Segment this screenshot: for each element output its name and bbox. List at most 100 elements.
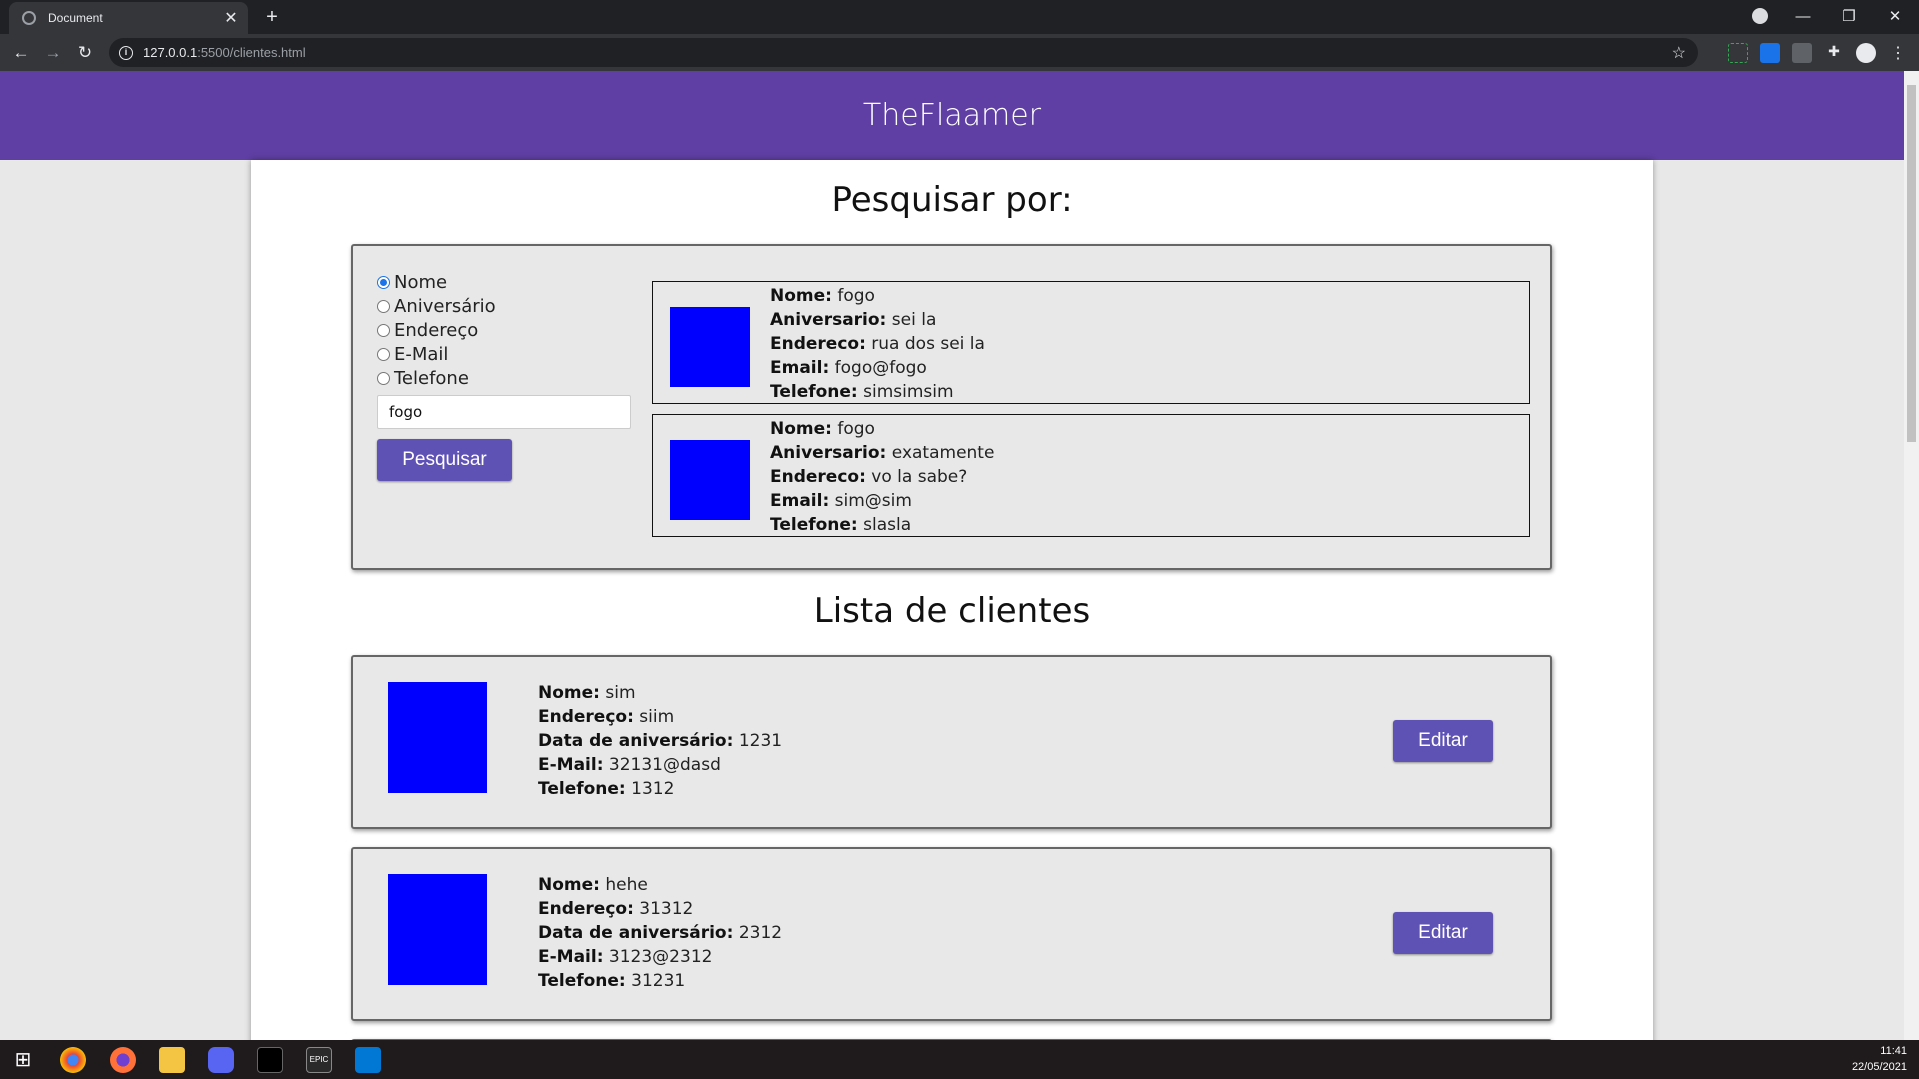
client-nome: hehe <box>605 875 648 895</box>
radio-button[interactable] <box>377 348 390 361</box>
field-label: Endereco: <box>770 467 866 487</box>
clock-date: 22/05/2021 <box>1851 1061 1907 1073</box>
page-scrollbar[interactable] <box>1904 71 1919 1040</box>
field-label: Data de aniversário: <box>538 923 734 943</box>
profile-icon[interactable] <box>1856 43 1876 63</box>
radio-endereco[interactable]: Endereço <box>377 320 478 341</box>
scrollbar-thumb[interactable] <box>1907 85 1916 442</box>
clock-time: 11:41 <box>1880 1045 1907 1057</box>
result-email: sim@sim <box>834 491 912 511</box>
client-photo <box>670 307 750 387</box>
new-tab-button[interactable]: + <box>260 4 284 30</box>
restore-button[interactable]: ❐ <box>1826 4 1872 30</box>
radio-email[interactable]: E-Mail <box>377 344 448 365</box>
client-list-title: Lista de clientes <box>813 591 1091 631</box>
field-label: Endereço: <box>538 707 634 727</box>
radio-button[interactable] <box>377 324 390 337</box>
field-label: Aniversario: <box>770 443 887 463</box>
browser-tab[interactable]: Document ✕ <box>9 2 248 34</box>
field-label: Email: <box>770 491 830 511</box>
result-fields: Nome: fogo Aniversario: sei la Endereco:… <box>770 284 985 404</box>
radio-aniversario[interactable]: Aniversário <box>377 296 496 317</box>
field-label: Aniversario: <box>770 310 887 330</box>
client-card: Nome: hehe Endereço: 31312 Data de anive… <box>351 847 1552 1021</box>
field-label: Email: <box>770 358 830 378</box>
close-tab-icon[interactable]: ✕ <box>220 8 242 28</box>
menu-icon[interactable]: ⋮ <box>1888 43 1908 63</box>
result-email: fogo@fogo <box>834 358 927 378</box>
radio-label: Aniversário <box>394 296 496 317</box>
radio-telefone[interactable]: Telefone <box>377 368 469 389</box>
site-info-icon[interactable]: i <box>119 45 133 60</box>
field-label: Endereco: <box>770 334 866 354</box>
firefox-icon[interactable] <box>110 1047 136 1073</box>
result-telefone: simsimsim <box>863 382 954 402</box>
radio-label: Endereço <box>394 320 479 341</box>
taskbar-clock[interactable]: 11:41 22/05/2021 <box>1852 1043 1907 1075</box>
field-label: Data de aniversário: <box>538 731 734 751</box>
game-launcher-icon[interactable] <box>257 1047 283 1073</box>
search-input-value: fogo <box>389 403 423 421</box>
search-title: Pesquisar por: <box>831 180 1073 220</box>
back-button[interactable]: ← <box>8 40 34 66</box>
search-result-card: Nome: fogo Aniversario: sei la Endereco:… <box>652 281 1530 404</box>
field-label: E-Mail: <box>538 947 604 967</box>
chrome-icon[interactable] <box>60 1047 86 1073</box>
discord-icon[interactable] <box>208 1047 234 1073</box>
forward-button[interactable]: → <box>40 40 66 66</box>
result-endereco: rua dos sei la <box>871 334 985 354</box>
tab-search-icon[interactable] <box>1752 8 1768 24</box>
client-email: 32131@dasd <box>608 755 721 775</box>
radio-button[interactable] <box>377 300 390 313</box>
close-window-button[interactable]: ✕ <box>1872 4 1918 30</box>
client-telefone: 1312 <box>631 779 675 799</box>
minimize-button[interactable]: — <box>1780 4 1826 30</box>
globe-icon <box>22 11 36 25</box>
search-result-card: Nome: fogo Aniversario: exatamente Ender… <box>652 414 1530 537</box>
bookmark-star-icon[interactable]: ☆ <box>1672 43 1686 63</box>
field-label: E-Mail: <box>538 755 604 775</box>
extension-icon[interactable] <box>1728 43 1748 63</box>
windows-start-icon[interactable]: ⊞ <box>10 1047 36 1073</box>
search-button[interactable]: Pesquisar <box>377 439 512 481</box>
vscode-icon[interactable] <box>355 1047 381 1073</box>
epic-games-icon[interactable]: EPIC <box>306 1047 332 1073</box>
radio-label: Telefone <box>394 368 469 389</box>
address-bar[interactable]: i 127.0.0.1:5500/clientes.html ☆ <box>109 38 1698 67</box>
client-photo <box>388 874 487 985</box>
edit-client-button[interactable]: Editar <box>1393 720 1493 762</box>
field-label: Telefone: <box>538 971 626 991</box>
search-input[interactable]: fogo <box>377 395 631 429</box>
client-photo <box>388 682 487 793</box>
client-endereco: siim <box>639 707 675 727</box>
reload-button[interactable]: ↻ <box>72 40 98 66</box>
puzzle-icon[interactable]: ✚ <box>1824 43 1844 63</box>
client-email: 3123@2312 <box>608 947 713 967</box>
page-viewport: TheFlaamer Pesquisar por: Nome Aniversár… <box>0 71 1904 1040</box>
url-path: :5500/clientes.html <box>197 45 306 60</box>
field-label: Nome: <box>770 419 832 439</box>
radio-nome[interactable]: Nome <box>377 272 447 293</box>
field-label: Telefone: <box>770 382 858 402</box>
client-fields: Nome: sim Endereço: siim Data de anivers… <box>538 681 782 801</box>
main-container: Pesquisar por: Nome Aniversário Endereço… <box>251 160 1653 1040</box>
field-label: Telefone: <box>770 515 858 535</box>
client-aniversario: 2312 <box>738 923 783 943</box>
field-label: Nome: <box>538 875 600 895</box>
edit-client-button[interactable]: Editar <box>1393 912 1493 954</box>
extension-pen-icon[interactable] <box>1792 43 1812 63</box>
extension-new-icon[interactable] <box>1760 43 1780 63</box>
url-host: 127.0.0.1 <box>143 45 198 60</box>
site-header: TheFlaamer <box>0 71 1904 160</box>
radio-label: Nome <box>394 272 448 293</box>
os-taskbar: ⊞ EPIC 11:41 22/05/2021 <box>0 1040 1919 1079</box>
radio-button[interactable] <box>377 276 390 289</box>
field-label: Telefone: <box>538 779 626 799</box>
client-card: Nome: sim Endereço: siim Data de anivers… <box>351 655 1552 829</box>
search-panel: Nome Aniversário Endereço E-Mail Telefon… <box>351 244 1552 570</box>
result-nome: fogo <box>837 419 875 439</box>
browser-toolbar: ← → ↻ i 127.0.0.1:5500/clientes.html ☆ ✚… <box>0 34 1919 71</box>
file-explorer-icon[interactable] <box>159 1047 185 1073</box>
browser-tab-strip: Document ✕ + — ❐ ✕ <box>0 0 1919 34</box>
radio-button[interactable] <box>377 372 390 385</box>
